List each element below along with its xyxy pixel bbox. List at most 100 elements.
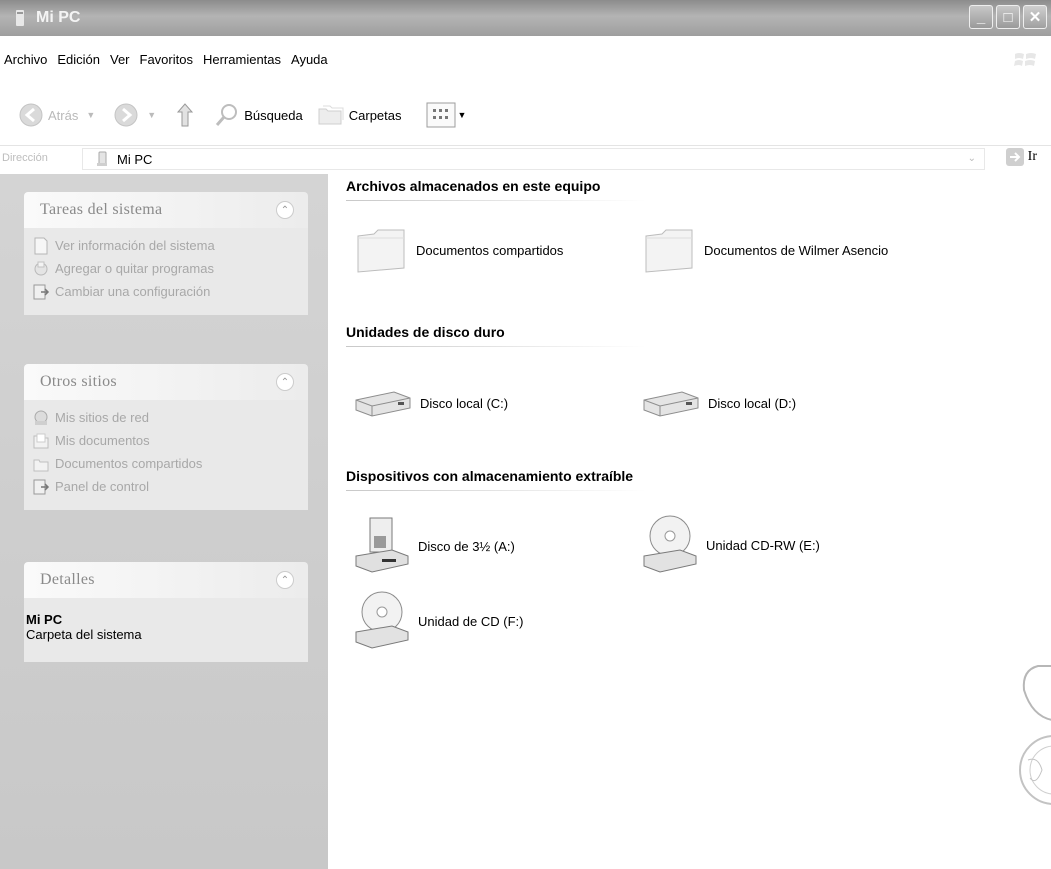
- my-documents-icon: [32, 432, 50, 450]
- network-places-icon: [32, 409, 50, 427]
- forward-dropdown-icon[interactable]: ▼: [147, 110, 156, 120]
- drive-a[interactable]: Disco de 3½ (A:): [352, 514, 515, 578]
- task-add-remove-programs[interactable]: Agregar o quitar programas: [32, 257, 308, 280]
- section-divider: [346, 346, 646, 347]
- search-button[interactable]: Búsqueda: [214, 102, 303, 128]
- task-label: Ver información del sistema: [55, 238, 215, 253]
- details-header[interactable]: Detalles ⌃: [24, 562, 308, 598]
- back-button[interactable]: Atrás ▼: [18, 102, 95, 128]
- other-places-title: Otros sitios: [40, 373, 117, 390]
- task-label: Cambiar una configuración: [55, 284, 211, 299]
- folders-button[interactable]: Carpetas: [317, 103, 402, 127]
- section-header-hard-drives: Unidades de disco duro: [346, 324, 505, 340]
- address-input[interactable]: Mi PC ⌄: [82, 148, 985, 170]
- section-divider: [346, 200, 646, 201]
- section-divider: [346, 490, 646, 491]
- details-panel: Detalles ⌃ Mi PC Carpeta del sistema: [24, 562, 308, 662]
- address-bar: Dirección Mi PC ⌄ Ir: [0, 145, 1051, 170]
- minimize-button[interactable]: _: [969, 5, 993, 29]
- drive-f[interactable]: Unidad de CD (F:): [352, 588, 523, 654]
- system-tasks-title: Tareas del sistema: [40, 201, 163, 218]
- task-label: Agregar o quitar programas: [55, 261, 214, 276]
- back-dropdown-icon[interactable]: ▼: [86, 110, 95, 120]
- cd-drive-icon: [355, 591, 409, 649]
- drive-e[interactable]: Unidad CD-RW (E:): [640, 512, 820, 578]
- windows-logo-icon: [1014, 53, 1036, 66]
- address-dropdown-icon[interactable]: ⌄: [968, 153, 976, 164]
- menu-ayuda[interactable]: Ayuda: [286, 52, 333, 67]
- menu-herramientas[interactable]: Herramientas: [198, 52, 286, 67]
- menu-ver[interactable]: Ver: [105, 52, 135, 67]
- forward-button[interactable]: ▼: [113, 102, 156, 128]
- menu-archivo[interactable]: Archivo: [0, 52, 52, 67]
- task-pane: Tareas del sistema ⌃ Ver información del…: [0, 174, 328, 869]
- task-view-system-info[interactable]: Ver información del sistema: [32, 234, 308, 257]
- search-icon: [216, 104, 238, 126]
- menu-favoritos[interactable]: Favoritos: [135, 52, 198, 67]
- folder-icon: [32, 455, 50, 473]
- folder-wilmer-documents[interactable]: Documentos de Wilmer Asencio: [642, 224, 888, 276]
- item-label: Disco de 3½ (A:): [418, 538, 515, 554]
- other-places-header[interactable]: Otros sitios ⌃: [24, 364, 308, 400]
- place-label: Panel de control: [55, 479, 149, 494]
- control-panel-icon: [32, 478, 50, 496]
- go-arrow-icon: [1005, 148, 1024, 166]
- maximize-button[interactable]: □: [996, 5, 1020, 29]
- go-button[interactable]: Ir: [1005, 147, 1037, 167]
- up-folder-button[interactable]: [174, 102, 196, 128]
- folders-icon: [318, 105, 344, 125]
- menu-bar: Archivo Edición Ver Favoritos Herramient…: [0, 46, 333, 72]
- item-label: Documentos de Wilmer Asencio: [704, 242, 889, 258]
- section-header-stored-files: Archivos almacenados en este equipo: [346, 178, 601, 194]
- go-label: Ir: [1027, 149, 1037, 164]
- place-label: Mis documentos: [55, 433, 150, 448]
- folder-icon: [357, 229, 405, 273]
- system-tasks-header[interactable]: Tareas del sistema ⌃: [24, 192, 308, 228]
- hard-drive-icon: [355, 391, 411, 417]
- item-label: Disco local (C:): [420, 395, 509, 411]
- info-document-icon: [32, 237, 50, 255]
- details-title: Detalles: [40, 571, 95, 588]
- search-label: Búsqueda: [244, 107, 303, 123]
- up-arrow-icon: [177, 103, 194, 127]
- close-button[interactable]: ✕: [1023, 5, 1047, 29]
- place-network[interactable]: Mis sitios de red: [32, 406, 308, 429]
- item-label: Disco local (D:): [708, 395, 797, 411]
- section-header-removable: Dispositivos con almacenamiento extraíbl…: [346, 468, 634, 484]
- floppy-drive-icon: [355, 517, 409, 573]
- folders-label: Carpetas: [348, 107, 402, 123]
- my-computer-icon: [12, 10, 28, 26]
- collapse-chevron-icon[interactable]: ⌃: [276, 571, 294, 589]
- folder-icon: [645, 229, 693, 273]
- title-bar[interactable]: Mi PC _ □ ✕: [0, 0, 1051, 36]
- drive-c[interactable]: Disco local (C:): [352, 386, 508, 420]
- details-type: Carpeta del sistema: [26, 627, 142, 642]
- views-dropdown-icon: ▼: [457, 110, 467, 120]
- task-change-setting[interactable]: Cambiar una configuración: [32, 280, 308, 303]
- add-remove-programs-icon: [32, 260, 50, 278]
- cd-rw-drive-icon: [643, 515, 697, 573]
- window-title: Mi PC: [36, 9, 81, 26]
- control-panel-icon: [32, 283, 50, 301]
- folder-shared-documents[interactable]: Documentos compartidos: [354, 224, 563, 276]
- place-control-panel[interactable]: Panel de control: [32, 475, 308, 498]
- toolbar: Atrás ▼ ▼ Búsqueda Carpetas ▼: [0, 95, 1051, 135]
- other-places-panel: Otros sitios ⌃ Mis sitios de red Mis doc…: [24, 364, 308, 510]
- collapse-chevron-icon[interactable]: ⌃: [276, 201, 294, 219]
- maximize-icon: □: [1003, 8, 1013, 26]
- menu-edicion[interactable]: Edición: [52, 52, 105, 67]
- close-icon: ✕: [1028, 9, 1042, 26]
- address-value: Mi PC: [117, 151, 153, 167]
- collapse-chevron-icon[interactable]: ⌃: [276, 373, 294, 391]
- seal-stamp-image: [1019, 665, 1051, 805]
- drive-d[interactable]: Disco local (D:): [640, 386, 796, 420]
- my-computer-icon: [97, 151, 107, 166]
- system-tasks-panel: Tareas del sistema ⌃ Ver información del…: [24, 192, 308, 315]
- views-icon: [426, 102, 455, 128]
- place-shared-documents[interactable]: Documentos compartidos: [32, 452, 308, 475]
- place-label: Documentos compartidos: [55, 456, 203, 471]
- hard-drive-icon: [643, 391, 699, 417]
- forward-arrow-icon: [114, 103, 138, 127]
- views-button[interactable]: ▼: [426, 102, 467, 128]
- place-my-documents[interactable]: Mis documentos: [32, 429, 308, 452]
